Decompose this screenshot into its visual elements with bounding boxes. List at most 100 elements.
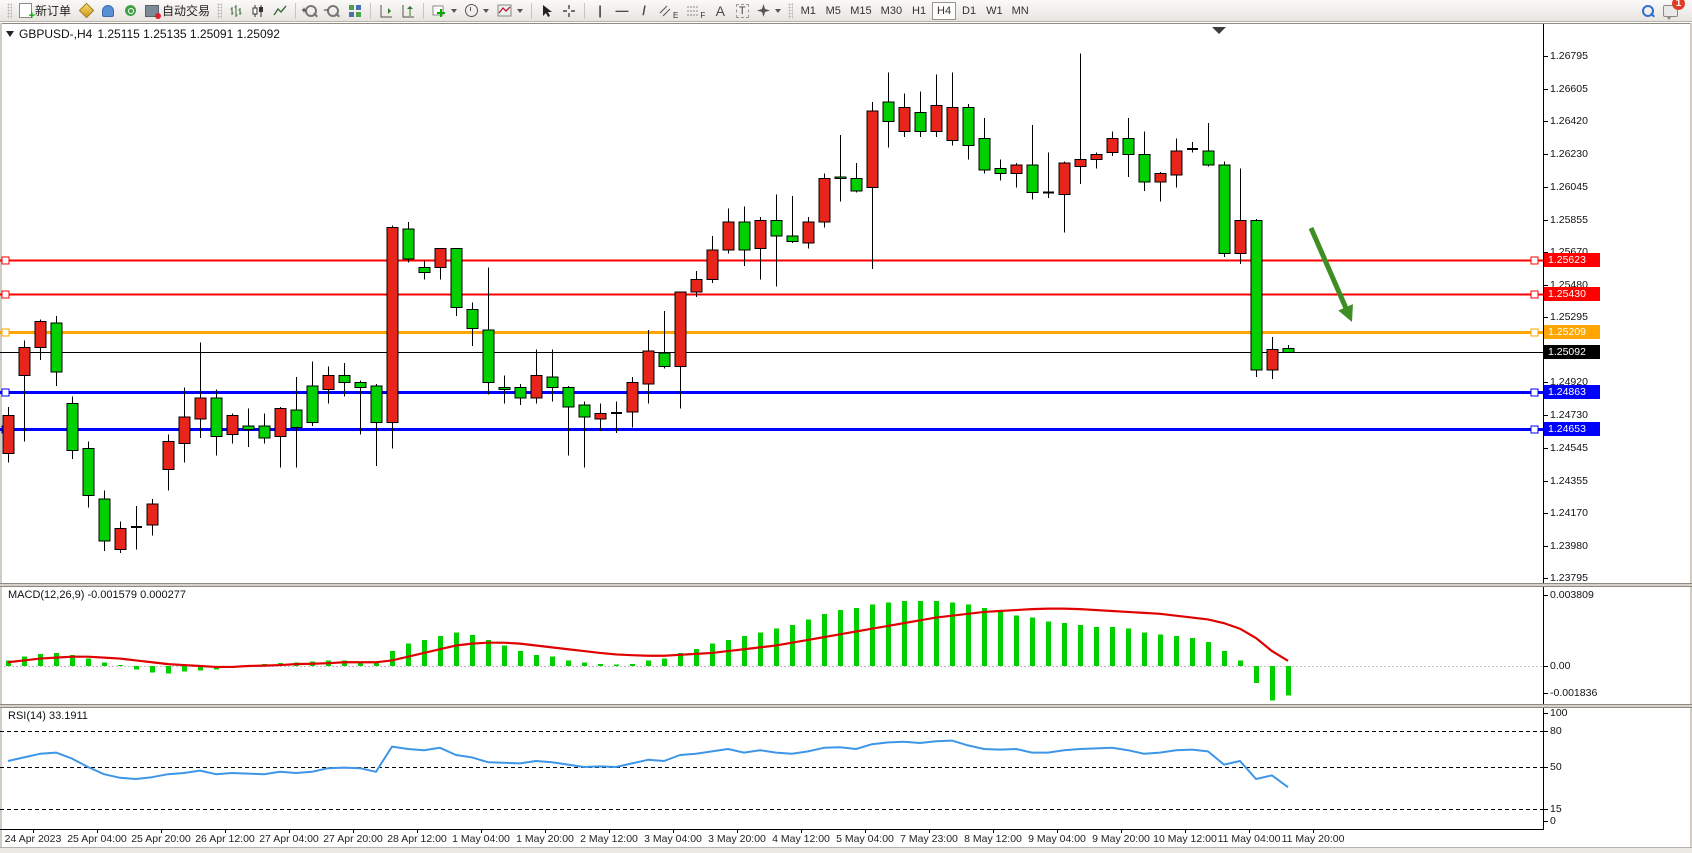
fibonacci-button[interactable]: F [682,1,709,21]
time-axis-label: 27 Apr 04:00 [259,833,319,845]
time-tick-mark [353,829,354,833]
new-order-button[interactable]: 新订单 [15,1,75,21]
panel-resize-separator[interactable] [0,704,1692,708]
status-bar [0,847,1692,853]
line-chart-button[interactable] [269,1,291,21]
main-chart-canvas[interactable] [0,24,1692,583]
text-icon: A [716,3,725,19]
time-axis-label: 5 May 04:00 [836,833,894,845]
panel-resize-separator[interactable] [0,583,1692,587]
timeframe-button-mn[interactable]: MN [1008,2,1033,20]
horizontal-line-button[interactable]: — [611,1,633,21]
tile-windows-button[interactable] [344,1,366,21]
indicators-button[interactable] [428,1,461,21]
crosshair-button[interactable] [558,1,580,21]
fibonacci-icon [686,4,699,17]
time-tick-mark [1185,829,1186,833]
time-axis-label: 11 May 04:00 [1218,833,1281,845]
toolbar-grip[interactable] [217,3,222,19]
candles [3,53,1294,553]
arrows-button[interactable] [753,1,785,21]
time-axis-label: 4 May 12:00 [772,833,830,845]
time-tick-mark [161,829,162,833]
periods-button[interactable] [461,1,493,21]
trendline-button[interactable]: / [633,1,655,21]
bar-chart-button[interactable] [225,1,247,21]
price-tick-label: 1.26795 [1550,50,1588,62]
metaeditor-icon [78,3,94,19]
label-icon: T [736,4,749,18]
price-badge: 1.25209 [1544,325,1600,339]
timeframe-button-h1[interactable]: H1 [907,2,931,20]
macd-axis-label: 0.00 [1550,660,1570,672]
price-badge: 1.25092 [1544,345,1600,359]
indicators-icon [432,4,446,18]
price-tick-label: 1.26605 [1550,83,1588,95]
toolbar-grip[interactable] [788,3,793,19]
time-axis-label: 24 Apr 2023 [5,833,62,845]
chat-button[interactable]: 1 [1659,1,1682,21]
price-tick-label: 1.26045 [1550,181,1588,193]
bar-chart-icon [229,4,243,18]
time-axis-label: 3 May 04:00 [644,833,702,845]
time-axis-label: 26 Apr 12:00 [195,833,255,845]
signals-button[interactable] [119,1,141,21]
auto-trading-button[interactable]: 自动交易 [141,1,214,21]
zoom-in-icon [305,5,317,17]
time-tick-mark [417,829,418,833]
auto-scroll-button[interactable] [375,1,397,21]
timeframe-button-m30[interactable]: M30 [877,2,906,20]
price-badge: 1.25623 [1544,253,1600,267]
price-badge: 1.24863 [1544,385,1600,399]
templates-icon [497,4,512,17]
time-axis-label: 27 Apr 20:00 [323,833,383,845]
toolbar-grip[interactable] [7,3,12,19]
metaeditor-button[interactable] [75,1,97,21]
symbol-dropdown-icon[interactable] [6,31,14,37]
rsi-panel-canvas[interactable] [0,708,1692,829]
equidistant-channel-button[interactable]: E [655,1,682,21]
zoom-out-button[interactable]: − [322,1,344,21]
timeframe-button-d1[interactable]: D1 [957,2,981,20]
templates-button[interactable] [493,1,527,21]
community-button[interactable] [97,1,119,21]
time-tick-mark [225,829,226,833]
macd-histogram [6,601,1291,701]
arrows-icon [757,4,770,17]
channel-letter: E [673,11,678,20]
timeframe-button-m1[interactable]: M1 [796,2,820,20]
zoom-out-icon [327,5,339,17]
price-tick-label: 1.25295 [1550,311,1588,323]
text-label-button[interactable]: T [731,1,753,21]
candlestick-icon [251,4,265,18]
chart-shift-button[interactable] [397,1,419,21]
rsi-axis-label: 100 [1550,707,1568,719]
time-axis-label: 1 May 20:00 [516,833,574,845]
timeframe-button-h4[interactable]: H4 [932,2,956,20]
timeframe-button-m5[interactable]: M5 [821,2,845,20]
zoom-in-button[interactable]: + [300,1,322,21]
vertical-line-button[interactable]: | [589,1,611,21]
macd-panel-canvas[interactable] [0,587,1692,704]
rsi-line [8,741,1288,788]
time-axis-label: 25 Apr 04:00 [67,833,127,845]
price-tick-label: 1.26420 [1550,115,1588,127]
time-tick-mark [289,829,290,833]
candlestick-button[interactable] [247,1,269,21]
timeframe-button-m15[interactable]: M15 [846,2,875,20]
timeframe-button-w1[interactable]: W1 [982,2,1007,20]
time-tick-mark [545,829,546,833]
time-axis-label: 1 May 04:00 [452,833,510,845]
signals-icon [125,5,136,16]
text-button[interactable]: A [709,1,731,21]
dropdown-caret-icon [517,9,523,13]
search-button[interactable] [1637,1,1659,21]
time-axis-label: 7 May 23:00 [900,833,958,845]
time-tick-mark [1249,829,1250,833]
macd-label: MACD(12,26,9) -0.001579 0.000277 [8,589,186,601]
time-tick-mark [737,829,738,833]
cursor-button[interactable] [536,1,558,21]
symbol-period-label: GBPUSD-,H4 [19,27,92,41]
time-axis-label: 9 May 20:00 [1092,833,1150,845]
new-order-label: 新订单 [35,2,71,19]
